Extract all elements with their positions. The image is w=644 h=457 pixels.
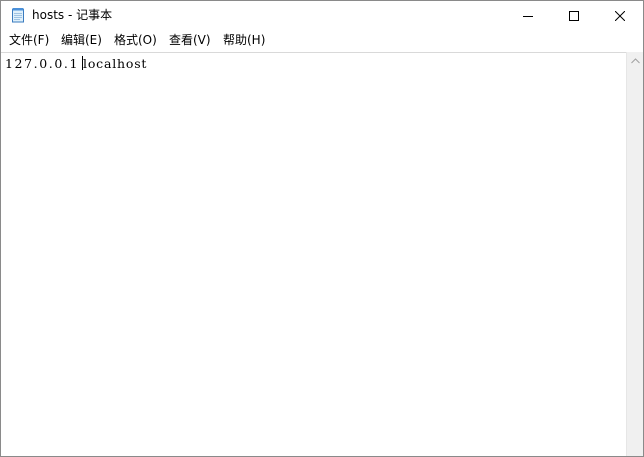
minimize-button[interactable]	[505, 1, 551, 30]
close-icon	[615, 10, 625, 21]
title-app-name: 记事本	[76, 8, 113, 22]
maximize-button[interactable]	[551, 1, 597, 30]
scroll-up-button[interactable]	[627, 52, 643, 69]
editor-line[interactable]: 127.0.0.1 localhost	[5, 56, 147, 72]
notepad-window: hosts - 记事本 文件(F) 编辑(E) 格式(O) 查看(V) 帮助(H…	[0, 0, 644, 457]
menu-edit[interactable]: 编辑(E)	[61, 30, 102, 51]
hostname-text: localhost	[83, 56, 148, 71]
menu-bar: 文件(F) 编辑(E) 格式(O) 查看(V) 帮助(H)	[1, 30, 643, 51]
window-title: hosts - 记事本	[32, 8, 112, 23]
text-editor[interactable]: 127.0.0.1 localhost	[1, 52, 626, 456]
menu-help[interactable]: 帮助(H)	[223, 30, 265, 51]
ip-address-text: 127.0.0.1	[5, 56, 80, 71]
maximize-icon	[569, 10, 579, 21]
title-separator: -	[64, 8, 77, 22]
menu-view[interactable]: 查看(V)	[169, 30, 211, 51]
title-file-name: hosts	[32, 8, 65, 22]
close-button[interactable]	[597, 1, 643, 30]
title-bar[interactable]: hosts - 记事本	[1, 1, 643, 30]
scroll-up-arrow-icon	[630, 57, 640, 63]
notepad-icon[interactable]	[10, 7, 26, 23]
vertical-scrollbar[interactable]	[626, 52, 643, 456]
minimize-icon	[523, 15, 533, 17]
menu-file[interactable]: 文件(F)	[9, 30, 49, 51]
menu-format[interactable]: 格式(O)	[114, 30, 157, 51]
